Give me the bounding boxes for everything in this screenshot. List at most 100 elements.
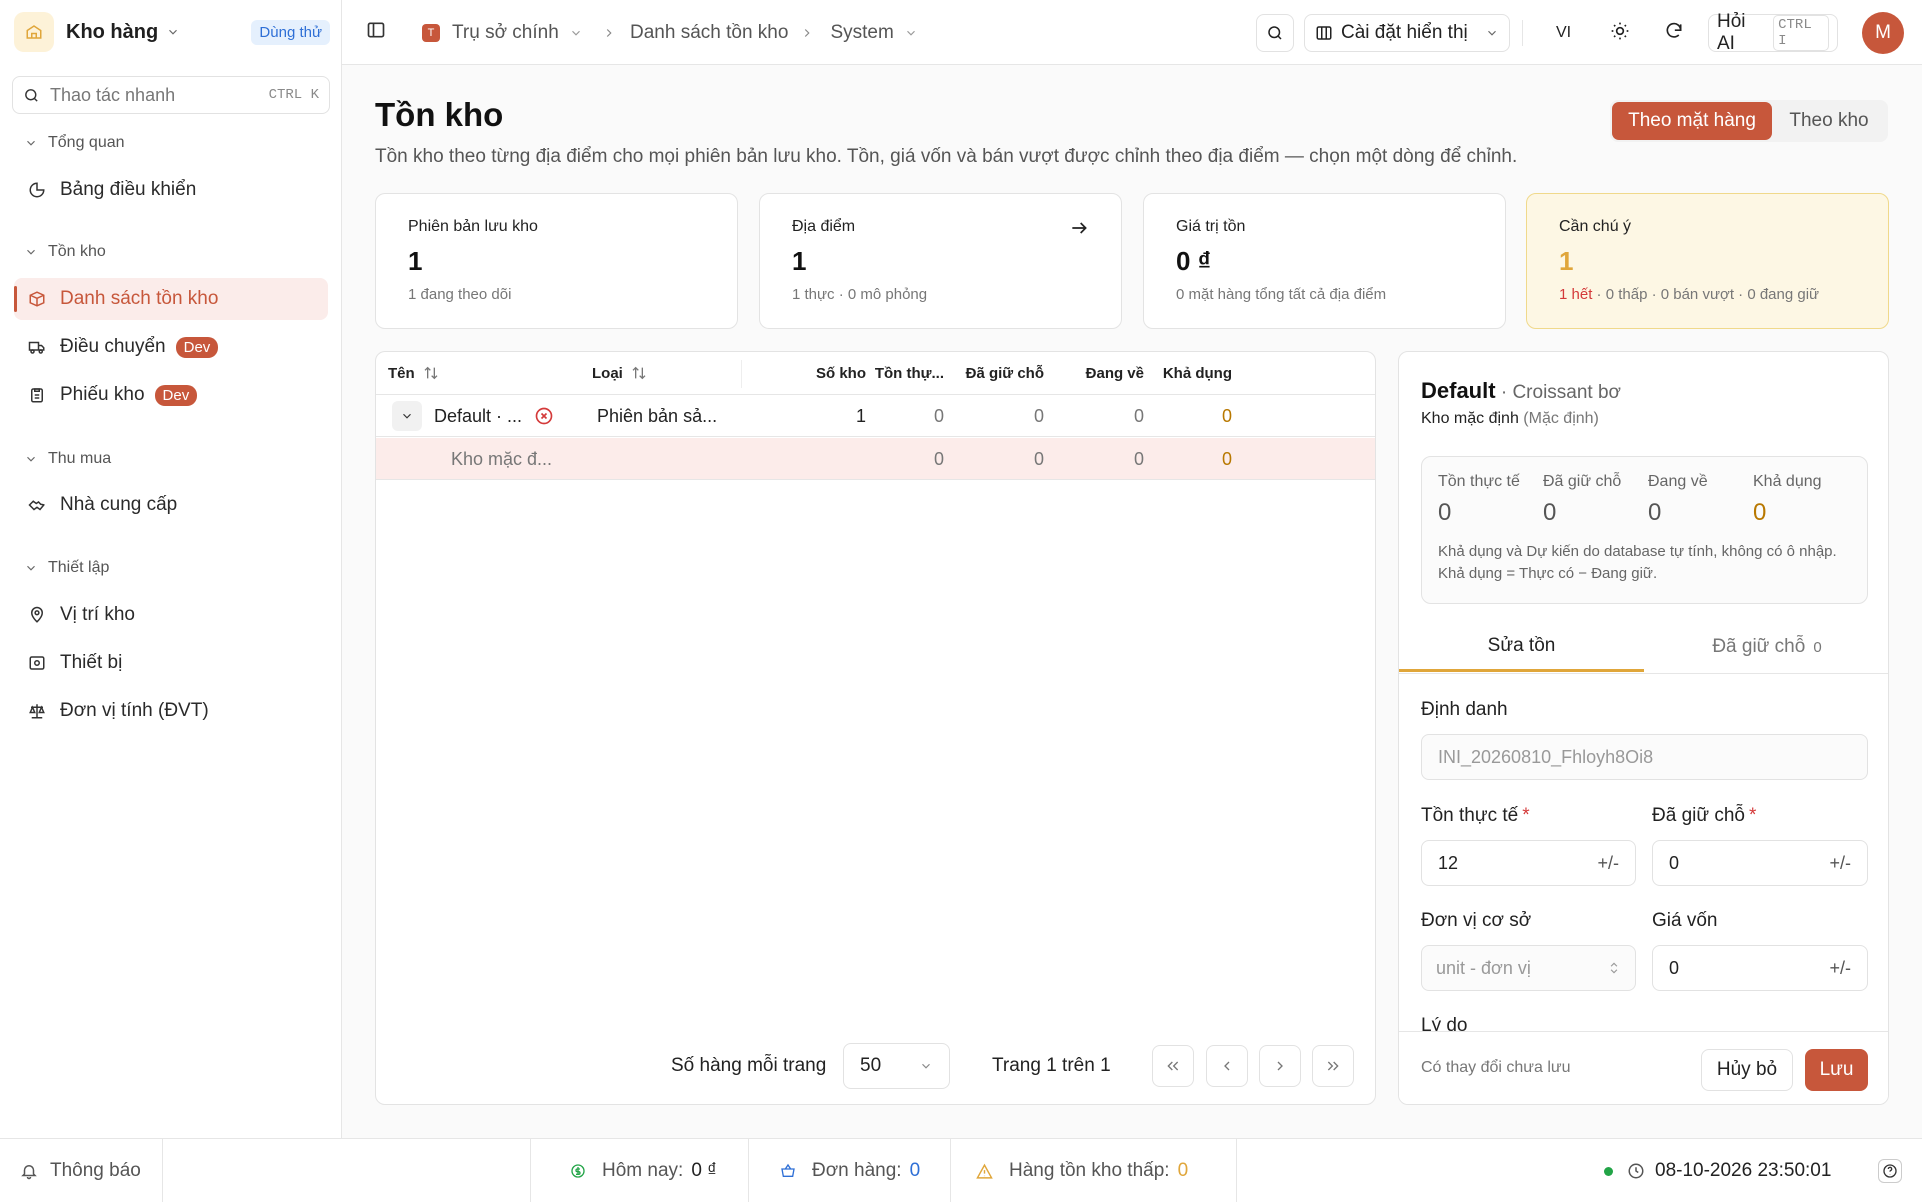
sidebar-item-locations[interactable]: Vị trí kho	[14, 594, 328, 636]
col-incoming[interactable]: Đang về	[1046, 352, 1144, 394]
tab-edit-stock[interactable]: Sửa tồn	[1399, 622, 1644, 672]
type-cell: Phiên bản sả...	[597, 405, 718, 426]
row-name: Default · ...	[434, 405, 523, 426]
breadcrumb-org[interactable]: T Trụ sở chính	[422, 18, 583, 48]
stat-label: Đang về	[1648, 473, 1708, 490]
group-label: Thu mua	[48, 450, 112, 467]
rows-per-page-select[interactable]: 50	[843, 1043, 950, 1089]
notifications-button[interactable]: Thông báo	[20, 1139, 141, 1202]
refresh-button[interactable]	[1664, 21, 1684, 41]
stepper-toggle[interactable]: +/-	[1597, 853, 1619, 874]
chevron-down-icon	[922, 1063, 930, 1069]
divider	[1522, 20, 1523, 46]
chevron-down-icon	[906, 30, 915, 36]
prev-page-button[interactable]	[1206, 1045, 1248, 1087]
search-icon	[1268, 26, 1282, 40]
chevron-down-icon	[166, 25, 180, 39]
sidebar-item-stock-list[interactable]: Danh sách tồn kho	[14, 278, 328, 320]
quick-actions-search[interactable]: Thao tác nhanh CTRL K	[12, 76, 330, 114]
sort-icon	[632, 366, 646, 380]
col-type[interactable]: Loại	[592, 352, 647, 394]
display-settings-button[interactable]: Cài đặt hiển thị	[1304, 14, 1510, 52]
tab-reserved[interactable]: Đã giữ chỗ 0	[1644, 622, 1888, 672]
package-icon	[29, 291, 45, 307]
store-logo-icon	[14, 12, 54, 52]
col-reserved[interactable]: Đã giữ chỗ	[946, 352, 1044, 394]
table-row[interactable]: Default · ... Phiên bản sả... 1 0 0 0 0	[376, 395, 1375, 437]
chevron-down-icon	[571, 30, 580, 36]
expand-row-button[interactable]	[392, 401, 422, 431]
sidebar-item-label: Nhà cung cấp	[60, 494, 178, 515]
chevron-down-icon	[27, 456, 35, 462]
search-button[interactable]	[1256, 14, 1294, 52]
group-overview[interactable]: Tổng quan	[24, 134, 125, 152]
display-settings-label: Cài đặt hiển thị	[1341, 22, 1468, 43]
sidebar-item-label: Phiếu kho	[60, 384, 145, 405]
sidebar-toggle-button[interactable]	[366, 20, 386, 40]
columns-icon	[1316, 26, 1332, 40]
breadcrumb-system[interactable]: System	[830, 22, 893, 44]
base-unit-label: Đơn vị cơ sở	[1421, 910, 1532, 931]
group-inventory[interactable]: Tồn kho	[24, 243, 106, 261]
group-label: Tổng quan	[48, 134, 125, 151]
table-subrow-selected[interactable]: Kho mặc đ... 0 0 0 0	[376, 438, 1375, 480]
card-stock-value: Giá trị tồn 0 ₫ 0 mặt hàng tổng tất cả đ…	[1143, 193, 1506, 329]
refresh-icon	[1666, 22, 1682, 38]
sidebar-item-devices[interactable]: Thiết bị	[14, 642, 328, 684]
ask-ai-button[interactable]: Hỏi AI CTRL I	[1708, 11, 1838, 54]
sidebar-item-uom[interactable]: Đơn vị tính (ĐVT)	[14, 690, 328, 732]
reserved-label: Đã giữ chỗ *	[1652, 805, 1756, 827]
cost-stepper[interactable]: 0 +/-	[1652, 945, 1868, 991]
col-on-hand[interactable]: Tồn thự...	[866, 352, 944, 394]
dev-badge: Dev	[154, 384, 198, 406]
col-available[interactable]: Khả dụng	[1146, 352, 1232, 394]
brand-switcher[interactable]: Kho hàng Dùng thử	[14, 12, 330, 52]
warning-icon	[976, 1163, 993, 1179]
on-hand-stepper[interactable]: 12 +/-	[1421, 840, 1636, 886]
card-value: 1	[408, 246, 423, 276]
chevron-up-down-icon	[1610, 962, 1618, 974]
col-warehouses[interactable]: Số kho	[796, 352, 866, 394]
sidebar-item-stock-slip[interactable]: Phiếu kho Dev	[14, 374, 328, 416]
save-button[interactable]: Lưu	[1805, 1049, 1868, 1091]
theme-toggle-button[interactable]	[1610, 21, 1630, 41]
clock-icon	[1628, 1163, 1644, 1179]
chevron-left-icon	[1224, 1061, 1230, 1071]
last-page-button[interactable]	[1312, 1045, 1354, 1087]
col-name[interactable]: Tên	[388, 352, 439, 394]
cost-value: 0	[1669, 957, 1680, 978]
language-button[interactable]: VI	[1556, 20, 1571, 46]
base-unit-select[interactable]: unit - đơn vị	[1421, 945, 1636, 991]
sidebar-item-label: Vị trí kho	[60, 604, 135, 625]
next-page-button[interactable]	[1259, 1045, 1301, 1087]
tab-label: Đã giữ chỗ	[1712, 636, 1806, 657]
cancel-button[interactable]: Hủy bỏ	[1701, 1049, 1793, 1091]
sidebar-item-label: Bảng điều khiển	[60, 179, 197, 200]
view-by-item-button[interactable]: Theo mặt hàng	[1612, 102, 1772, 140]
view-by-warehouse-button[interactable]: Theo kho	[1772, 102, 1886, 140]
map-pin-icon	[30, 606, 44, 623]
chevron-right-icon	[1277, 1061, 1283, 1071]
help-button[interactable]	[1878, 1159, 1902, 1183]
stepper-toggle[interactable]: +/-	[1829, 853, 1851, 874]
card-locations[interactable]: Địa điểm 1 1 thực · 0 mô phỏng	[759, 193, 1122, 329]
sidebar-item-transfer[interactable]: Điều chuyển Dev	[14, 326, 328, 368]
sidebar-item-dashboard[interactable]: Bảng điều khiển	[14, 169, 328, 211]
breadcrumb: Danh sách tồn kho System	[602, 18, 918, 48]
dollar-circle-icon	[571, 1164, 585, 1178]
reserved-stepper[interactable]: 0 +/-	[1652, 840, 1868, 886]
first-page-button[interactable]	[1152, 1045, 1194, 1087]
ask-ai-shortcut: CTRL I	[1773, 15, 1829, 51]
group-setup[interactable]: Thiết lập	[24, 559, 109, 577]
orders-count: Đơn hàng: 0	[780, 1139, 920, 1202]
arrow-right-icon[interactable]	[1069, 218, 1089, 238]
card-label: Phiên bản lưu kho	[408, 218, 538, 235]
breadcrumb-page[interactable]: Danh sách tồn kho	[630, 22, 788, 44]
avatar[interactable]: M	[1862, 12, 1904, 54]
stat-value: 0	[1648, 499, 1662, 526]
stepper-toggle[interactable]: +/-	[1829, 958, 1851, 979]
sidebar-item-suppliers[interactable]: Nhà cung cấp	[14, 484, 328, 526]
identifier-field[interactable]: INI_20260810_Fhloyh8Oi8	[1421, 734, 1868, 780]
divider	[1236, 1139, 1237, 1202]
group-purchasing[interactable]: Thu mua	[24, 450, 111, 468]
